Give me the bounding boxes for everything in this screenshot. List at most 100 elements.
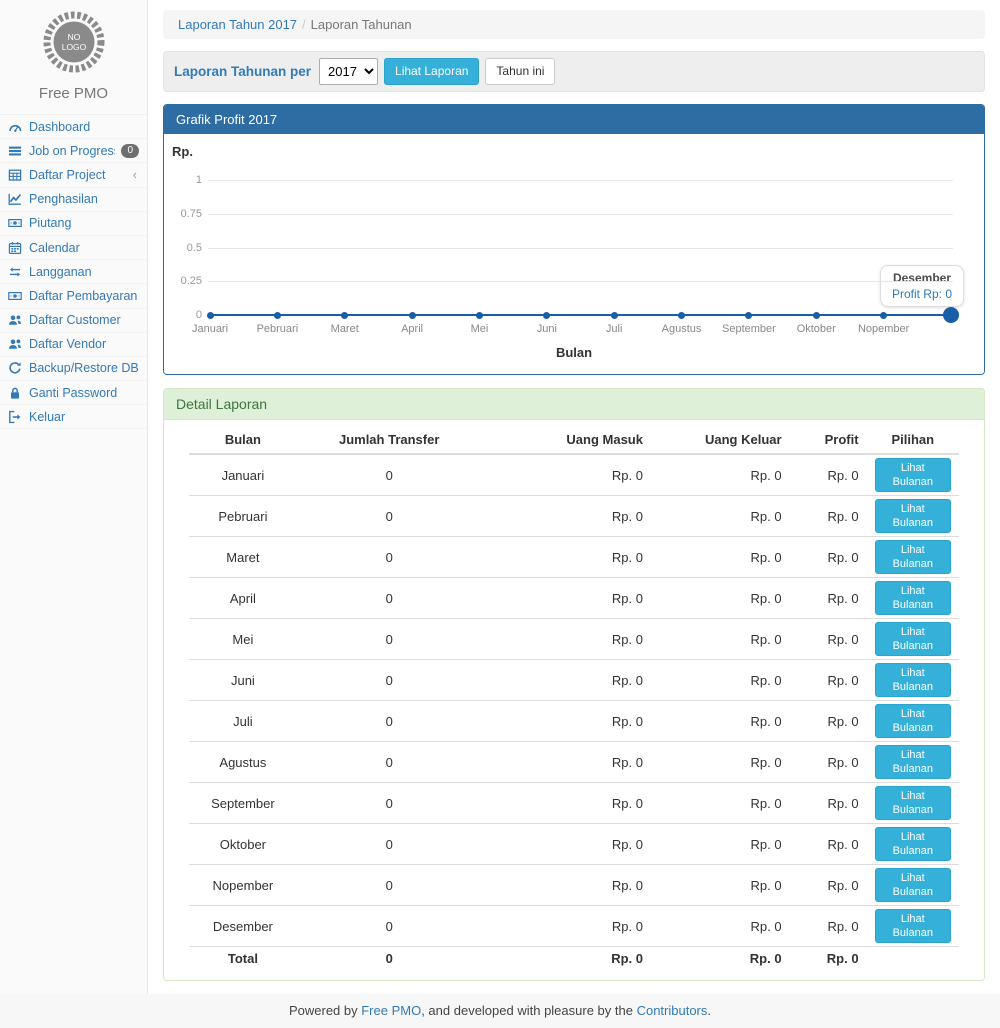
x-tick-label: Oktober: [797, 323, 836, 335]
tahun-ini-button[interactable]: Tahun ini: [485, 58, 555, 85]
detail-panel-title: Detail Laporan: [164, 389, 984, 420]
x-tick-label: Nopember: [858, 323, 909, 335]
cell-pilihan: Lihat Bulanan: [867, 537, 959, 578]
sidebar-item-langganan[interactable]: Langganan: [0, 260, 147, 284]
y-axis-title: Rp.: [172, 144, 193, 159]
sidebar-item-daftar-project[interactable]: Daftar Project‹: [0, 163, 147, 187]
x-tick-label: Juli: [606, 323, 623, 335]
cell-uang-keluar: Rp. 0: [651, 454, 790, 496]
cell-uang-keluar: Rp. 0: [651, 783, 790, 824]
cell-pilihan: Lihat Bulanan: [867, 865, 959, 906]
cell-profit: Rp. 0: [790, 619, 867, 660]
lihat-bulanan-button-januari[interactable]: Lihat Bulanan: [875, 458, 951, 492]
col-header-uang-keluar: Uang Keluar: [651, 426, 790, 454]
cell-uang-keluar: Rp. 0: [651, 906, 790, 947]
y-tick-label: 0.75: [168, 208, 202, 220]
col-header-bulan: Bulan: [189, 426, 297, 454]
cell-uang-masuk: Rp. 0: [482, 454, 651, 496]
sidebar-item-calendar[interactable]: Calendar: [0, 236, 147, 260]
lihat-bulanan-button-juni[interactable]: Lihat Bulanan: [875, 663, 951, 697]
chart-tooltip: Desember Profit Rp: 0: [880, 265, 964, 307]
cell-uang-masuk: Rp. 0: [482, 947, 651, 970]
cell-jumlah-transfer: 0: [297, 783, 482, 824]
cell-bulan: Nopember: [189, 865, 297, 906]
data-point-agustus[interactable]: [678, 312, 685, 319]
data-point-januari[interactable]: [207, 312, 214, 319]
lihat-bulanan-button-maret[interactable]: Lihat Bulanan: [875, 540, 951, 574]
cell-profit: Rp. 0: [790, 496, 867, 537]
cell-pilihan: Lihat Bulanan: [867, 701, 959, 742]
data-point-desember[interactable]: [943, 307, 959, 323]
cell-profit: Rp. 0: [790, 537, 867, 578]
cell-pilihan: Lihat Bulanan: [867, 906, 959, 947]
footer-link-contributors[interactable]: Contributors: [637, 1003, 708, 1018]
cell-pilihan: Lihat Bulanan: [867, 660, 959, 701]
cell-jumlah-transfer: 0: [297, 578, 482, 619]
data-point-nopember[interactable]: [880, 312, 887, 319]
data-point-pebruari[interactable]: [274, 312, 281, 319]
data-point-juni[interactable]: [543, 312, 550, 319]
sidebar-item-ganti-password[interactable]: Ganti Password: [0, 381, 147, 405]
breadcrumb-link-laporan-tahun[interactable]: Laporan Tahun 2017: [178, 17, 297, 32]
data-point-april[interactable]: [409, 312, 416, 319]
footer-link-free-pmo[interactable]: Free PMO: [361, 1003, 421, 1018]
sidebar-item-daftar-vendor[interactable]: Daftar Vendor: [0, 333, 147, 357]
cell-uang-keluar: Rp. 0: [651, 496, 790, 537]
lihat-bulanan-button-desember[interactable]: Lihat Bulanan: [875, 909, 951, 943]
y-tick-label: 1: [168, 174, 202, 186]
lihat-bulanan-button-april[interactable]: Lihat Bulanan: [875, 581, 951, 615]
data-point-maret[interactable]: [341, 312, 348, 319]
data-point-mei[interactable]: [476, 312, 483, 319]
lihat-bulanan-button-mei[interactable]: Lihat Bulanan: [875, 622, 951, 656]
cell-profit: Rp. 0: [790, 701, 867, 742]
cell-bulan: April: [189, 578, 297, 619]
profit-chart-panel: Grafik Profit 2017 Rp. Bulan Desember Pr…: [163, 104, 985, 375]
data-point-juli[interactable]: [611, 312, 618, 319]
y-tick-label: 0.5: [168, 242, 202, 254]
table-row-agustus: Agustus0Rp. 0Rp. 0Rp. 0Lihat Bulanan: [189, 742, 959, 783]
year-select[interactable]: 2017: [319, 58, 378, 85]
col-header-profit: Profit: [790, 426, 867, 454]
gridline: [208, 248, 953, 249]
data-point-september[interactable]: [745, 312, 752, 319]
lihat-bulanan-button-nopember[interactable]: Lihat Bulanan: [875, 868, 951, 902]
no-logo-badge: NO LOGO: [42, 10, 106, 74]
lihat-bulanan-button-oktober[interactable]: Lihat Bulanan: [875, 827, 951, 861]
sidebar-item-dashboard[interactable]: Dashboard: [0, 115, 147, 139]
sidebar-item-backup-restore-db[interactable]: Backup/Restore DB: [0, 357, 147, 381]
sidebar-item-keluar[interactable]: Keluar: [0, 405, 147, 429]
cell-pilihan: Lihat Bulanan: [867, 619, 959, 660]
sidebar-item-job-on-progress[interactable]: Job on Progress0: [0, 139, 147, 163]
cell-bulan: September: [189, 783, 297, 824]
sidebar-item-penghasilan[interactable]: Penghasilan: [0, 188, 147, 212]
lihat-bulanan-button-pebruari[interactable]: Lihat Bulanan: [875, 499, 951, 533]
breadcrumb-separator: /: [302, 17, 306, 32]
sidebar-item-label: Backup/Restore DB: [29, 361, 139, 375]
cell-profit: Rp. 0: [790, 865, 867, 906]
report-table: Bulan Jumlah Transfer Uang Masuk Uang Ke…: [189, 426, 959, 970]
sidebar-item-daftar-pembayaran[interactable]: Daftar Pembayaran: [0, 284, 147, 308]
lihat-bulanan-button-september[interactable]: Lihat Bulanan: [875, 786, 951, 820]
sidebar-item-daftar-customer[interactable]: Daftar Customer: [0, 309, 147, 333]
col-header-jumlah-transfer: Jumlah Transfer: [297, 426, 482, 454]
cell-bulan: Oktober: [189, 824, 297, 865]
cell-uang-masuk: Rp. 0: [482, 537, 651, 578]
main-content: Laporan Tahun 2017/Laporan Tahunan Lapor…: [148, 0, 1000, 994]
y-tick-label: 0.25: [168, 275, 202, 287]
cell-profit: Rp. 0: [790, 947, 867, 970]
sidebar-item-label: Penghasilan: [29, 192, 139, 206]
year-filter-bar: Laporan Tahunan per 2017 Lihat Laporan T…: [163, 51, 985, 92]
sidebar-item-piutang[interactable]: Piutang: [0, 212, 147, 236]
lihat-bulanan-button-agustus[interactable]: Lihat Bulanan: [875, 745, 951, 779]
cell-uang-keluar: Rp. 0: [651, 619, 790, 660]
cell-bulan: Agustus: [189, 742, 297, 783]
data-point-oktober[interactable]: [813, 312, 820, 319]
users-icon: [8, 313, 23, 327]
money-icon: [8, 216, 23, 230]
lihat-laporan-button[interactable]: Lihat Laporan: [384, 58, 479, 85]
x-tick-label: Juni: [537, 323, 557, 335]
lihat-bulanan-button-juli[interactable]: Lihat Bulanan: [875, 704, 951, 738]
table-icon: [8, 168, 23, 182]
cell-uang-masuk: Rp. 0: [482, 496, 651, 537]
cell-bulan: Januari: [189, 454, 297, 496]
